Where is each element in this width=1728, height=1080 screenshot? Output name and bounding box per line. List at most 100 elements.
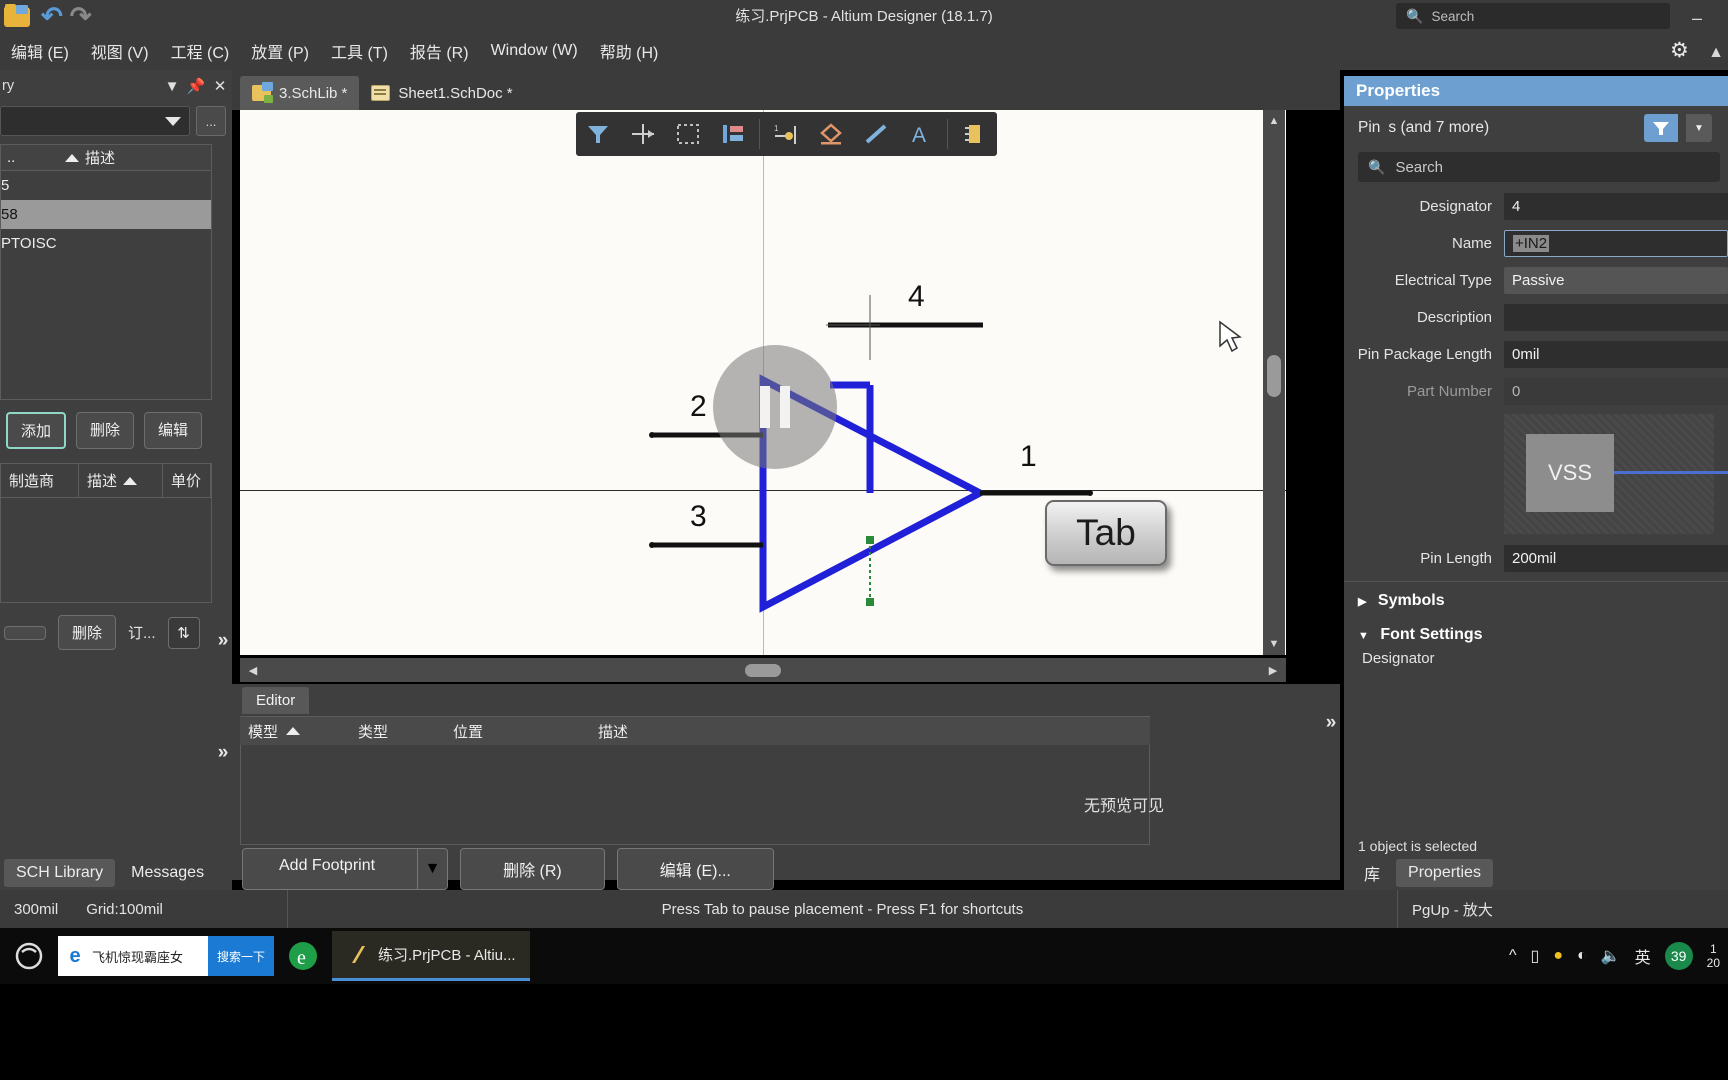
model-table-body[interactable]: [240, 745, 1150, 845]
table-row[interactable]: PTOISC: [1, 229, 211, 258]
taskbar-search-button[interactable]: 搜索一下: [207, 936, 274, 976]
ie-browser-icon[interactable]: e: [274, 928, 332, 984]
properties-search-input[interactable]: 🔍 Search: [1358, 152, 1720, 182]
scroll-down-icon[interactable]: ▼: [1263, 633, 1285, 655]
chevron-down-icon[interactable]: ▼: [160, 78, 184, 95]
library-options-button[interactable]: ...: [196, 106, 226, 136]
collapse-chevron-icon[interactable]: »: [214, 742, 232, 764]
filter-icon[interactable]: [576, 113, 621, 155]
redo-icon[interactable]: ↷: [70, 3, 92, 29]
edit-footprint-button[interactable]: 编辑 (E)...: [616, 848, 774, 890]
column-model[interactable]: 模型: [240, 721, 358, 742]
pin-preview: VSS: [1504, 414, 1728, 534]
tab-schlib[interactable]: 3.SchLib *: [240, 76, 360, 110]
scroll-up-icon[interactable]: ▲: [1263, 110, 1285, 132]
tab-properties[interactable]: Properties: [1396, 859, 1493, 887]
table-row[interactable]: 5: [1, 171, 211, 200]
place-line-icon[interactable]: [854, 113, 899, 155]
menu-item-tools[interactable]: 工具 (T): [320, 39, 399, 63]
scroll-left-icon[interactable]: ◀: [244, 661, 262, 679]
quantity-stepper[interactable]: ⇅: [167, 616, 200, 649]
tab-schdoc[interactable]: Sheet1.SchDoc *: [359, 76, 524, 110]
canvas-horizontal-scrollbar[interactable]: ◀ ▶: [240, 658, 1286, 682]
align-icon[interactable]: [710, 113, 755, 155]
chevron-down-icon[interactable]: ▼: [417, 849, 447, 889]
start-button-icon[interactable]: [0, 928, 58, 984]
section-font-settings[interactable]: ▼ Font Settings: [1344, 616, 1728, 650]
table-row[interactable]: 58: [1, 200, 211, 229]
tab-editor[interactable]: Editor: [242, 687, 310, 714]
taskbar-task-altium[interactable]: 练习.PrjPCB - Altiu...: [332, 931, 530, 981]
add-button[interactable]: 添加: [6, 412, 67, 449]
column-description[interactable]: 描述: [79, 464, 163, 497]
tray-volume-icon[interactable]: 🔈: [1601, 946, 1621, 966]
close-icon[interactable]: ✕: [208, 77, 232, 95]
column-type[interactable]: 类型: [358, 721, 453, 742]
pin-package-length-input[interactable]: 0mil: [1504, 340, 1728, 368]
menu-item-help[interactable]: 帮助 (H): [589, 39, 670, 63]
add-footprint-button[interactable]: Add Footprint ▼: [242, 848, 449, 890]
column-name[interactable]: ..: [1, 149, 59, 166]
menu-item-project[interactable]: 工程 (C): [160, 39, 241, 63]
scrollbar-thumb[interactable]: [1267, 355, 1281, 397]
column-description[interactable]: 描述: [59, 147, 121, 168]
tray-notification-badge[interactable]: 39: [1664, 942, 1693, 970]
column-manufacturer[interactable]: 制造商: [1, 464, 79, 497]
column-unit-price[interactable]: 单价: [163, 464, 211, 497]
tray-clock[interactable]: 1 20: [1707, 942, 1720, 970]
place-polygon-icon[interactable]: [809, 113, 854, 155]
tray-shield-icon[interactable]: ●: [1553, 947, 1563, 965]
undo-icon[interactable]: ↶: [41, 3, 63, 29]
delete-button[interactable]: 删除: [76, 412, 135, 449]
delete-footprint-button[interactable]: 删除 (R): [460, 848, 605, 890]
place-text-icon[interactable]: A: [898, 113, 943, 155]
collapse-chevron-icon[interactable]: »: [1322, 712, 1340, 734]
tab-sch-library[interactable]: SCH Library: [4, 858, 116, 887]
column-description-label: 描述: [87, 473, 118, 490]
collapse-chevron-icon[interactable]: »: [214, 630, 232, 652]
menu-item-edit[interactable]: 编辑 (E): [0, 39, 80, 63]
supplier-delete-button[interactable]: 删除: [58, 615, 117, 650]
menu-item-reports[interactable]: 报告 (R): [399, 39, 480, 63]
scroll-right-icon[interactable]: ▶: [1264, 661, 1282, 679]
schematic-canvas[interactable]: 4 2 1 3 Tab ▲ ▼: [240, 110, 1286, 655]
user-icon[interactable]: ▲: [1708, 44, 1724, 62]
column-description[interactable]: 描述: [598, 721, 1150, 742]
designator-input[interactable]: 4: [1504, 192, 1728, 220]
description-input[interactable]: [1504, 303, 1728, 331]
filter-icon[interactable]: [1644, 114, 1678, 142]
library-combo[interactable]: [0, 106, 190, 136]
electrical-type-select[interactable]: Passive: [1504, 266, 1728, 294]
tray-expand-icon[interactable]: ^: [1509, 947, 1517, 965]
tab-library[interactable]: 库: [1352, 856, 1392, 890]
pin-length-input[interactable]: 200mil: [1504, 544, 1728, 572]
tray-ime-icon[interactable]: 英: [1635, 944, 1651, 968]
tab-messages[interactable]: Messages: [119, 859, 216, 887]
canvas-vertical-scrollbar[interactable]: ▲ ▼: [1263, 110, 1285, 655]
supplier-add-button[interactable]: [4, 625, 46, 640]
move-crosshair-icon[interactable]: [621, 113, 666, 155]
tray-device-icon[interactable]: ▯: [1531, 946, 1540, 966]
chevron-down-icon[interactable]: ▼: [1686, 114, 1712, 142]
menu-item-place[interactable]: 放置 (P): [240, 39, 320, 63]
pin-icon[interactable]: 📌: [184, 77, 208, 95]
gear-icon[interactable]: ⚙: [1670, 40, 1692, 62]
global-search-input[interactable]: 🔍 Search: [1396, 3, 1670, 29]
column-location[interactable]: 位置: [453, 721, 598, 742]
edit-button[interactable]: 编辑: [144, 412, 203, 449]
open-icon[interactable]: [4, 3, 34, 29]
tray-network-icon[interactable]: ◐: [1577, 947, 1587, 965]
place-pin-icon[interactable]: 1: [764, 113, 809, 155]
section-symbols[interactable]: ▶ Symbols: [1344, 582, 1728, 616]
name-input[interactable]: +IN2: [1504, 229, 1728, 257]
minimize-button[interactable]: –: [1684, 8, 1710, 29]
menu-item-window[interactable]: Window (W): [480, 42, 589, 60]
taskbar-search-box[interactable]: e 飞机惊现霸座女 搜索一下: [58, 936, 274, 976]
field-pin-package-length: Pin Package Length 0mil: [1344, 340, 1728, 368]
order-label[interactable]: 订...: [128, 622, 156, 643]
place-ic-icon[interactable]: [952, 113, 997, 155]
menu-item-view[interactable]: 视图 (V): [80, 39, 160, 63]
select-area-icon[interactable]: [666, 113, 711, 155]
scrollbar-thumb[interactable]: [745, 664, 781, 677]
pause-button-overlay[interactable]: [713, 345, 837, 469]
